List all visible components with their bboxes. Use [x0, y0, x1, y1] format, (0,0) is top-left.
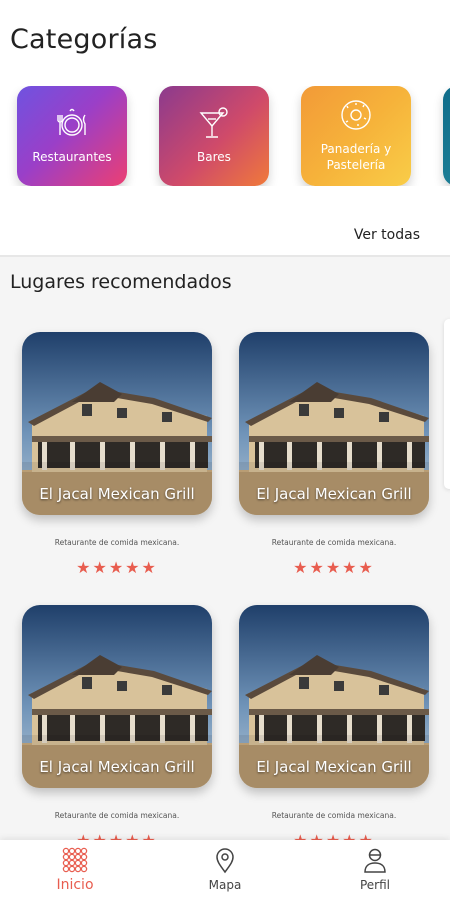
bottom-nav: Inicio Mapa Perfil — [0, 840, 450, 900]
category-panaderia[interactable]: Panadería y Pastelería — [301, 86, 411, 186]
next-card-hint — [444, 319, 450, 489]
place-name: El Jacal Mexican Grill — [256, 758, 412, 776]
place-card[interactable]: El Jacal Mexican Grill Retaurante de com… — [239, 605, 429, 840]
user-icon — [364, 848, 386, 873]
rating-stars: ★★★★★ — [22, 831, 212, 840]
category-label: Restaurantes — [32, 150, 112, 164]
category-bares[interactable]: Bares — [159, 86, 269, 186]
place-name: El Jacal Mexican Grill — [39, 485, 195, 503]
place-image[interactable]: El Jacal Mexican Grill — [22, 605, 212, 788]
category-label: Panadería y Pastelería — [320, 142, 392, 172]
place-card[interactable]: El Jacal Mexican Grill Retaurante de com… — [22, 605, 212, 840]
nav-inicio[interactable]: Inicio — [35, 846, 115, 893]
place-description: Retaurante de comida mexicana. — [271, 811, 397, 820]
category-partial[interactable] — [443, 86, 450, 186]
map-pin-icon — [216, 848, 234, 874]
nav-label: Inicio — [56, 877, 94, 893]
place-description: Retaurante de comida mexicana. — [54, 811, 180, 820]
cocktail-icon — [199, 107, 228, 138]
place-name: El Jacal Mexican Grill — [256, 485, 412, 503]
section-title: Lugares recomendados — [10, 271, 232, 293]
place-card[interactable]: El Jacal Mexican Grill Retaurante de com… — [239, 332, 429, 577]
donut-icon — [341, 100, 371, 130]
nav-mapa[interactable]: Mapa — [185, 846, 265, 892]
rating-stars: ★★★★★ — [76, 558, 158, 577]
see-all-link[interactable]: Ver todas — [354, 227, 420, 243]
recommended-section: Lugares recomendados El Jacal Mexican Gr… — [0, 257, 450, 840]
rating-stars: ★★★★★ — [239, 831, 429, 840]
category-label: Bares — [197, 150, 231, 164]
nav-perfil[interactable]: Perfil — [335, 846, 415, 892]
place-image[interactable]: El Jacal Mexican Grill — [22, 332, 212, 515]
category-restaurantes[interactable]: Restaurantes — [17, 86, 127, 186]
grid-dots-icon — [62, 847, 88, 873]
place-card[interactable]: El Jacal Mexican Grill Retaurante de com… — [22, 332, 212, 577]
place-name: El Jacal Mexican Grill — [39, 758, 195, 776]
rating-stars: ★★★★★ — [293, 558, 375, 577]
nav-label: Mapa — [208, 878, 242, 892]
plate-cutlery-icon — [57, 108, 86, 136]
place-image[interactable]: El Jacal Mexican Grill — [239, 605, 429, 788]
top-section: Categorías Restaurantes Bares Panadería … — [0, 0, 450, 257]
place-description: Retaurante de comida mexicana. — [54, 538, 180, 547]
nav-label: Perfil — [359, 878, 391, 892]
page-title: Categorías — [10, 24, 158, 55]
categories-carousel[interactable]: Restaurantes Bares Panadería y Pastelerí… — [0, 86, 450, 186]
place-description: Retaurante de comida mexicana. — [271, 538, 397, 547]
place-image[interactable]: El Jacal Mexican Grill — [239, 332, 429, 515]
